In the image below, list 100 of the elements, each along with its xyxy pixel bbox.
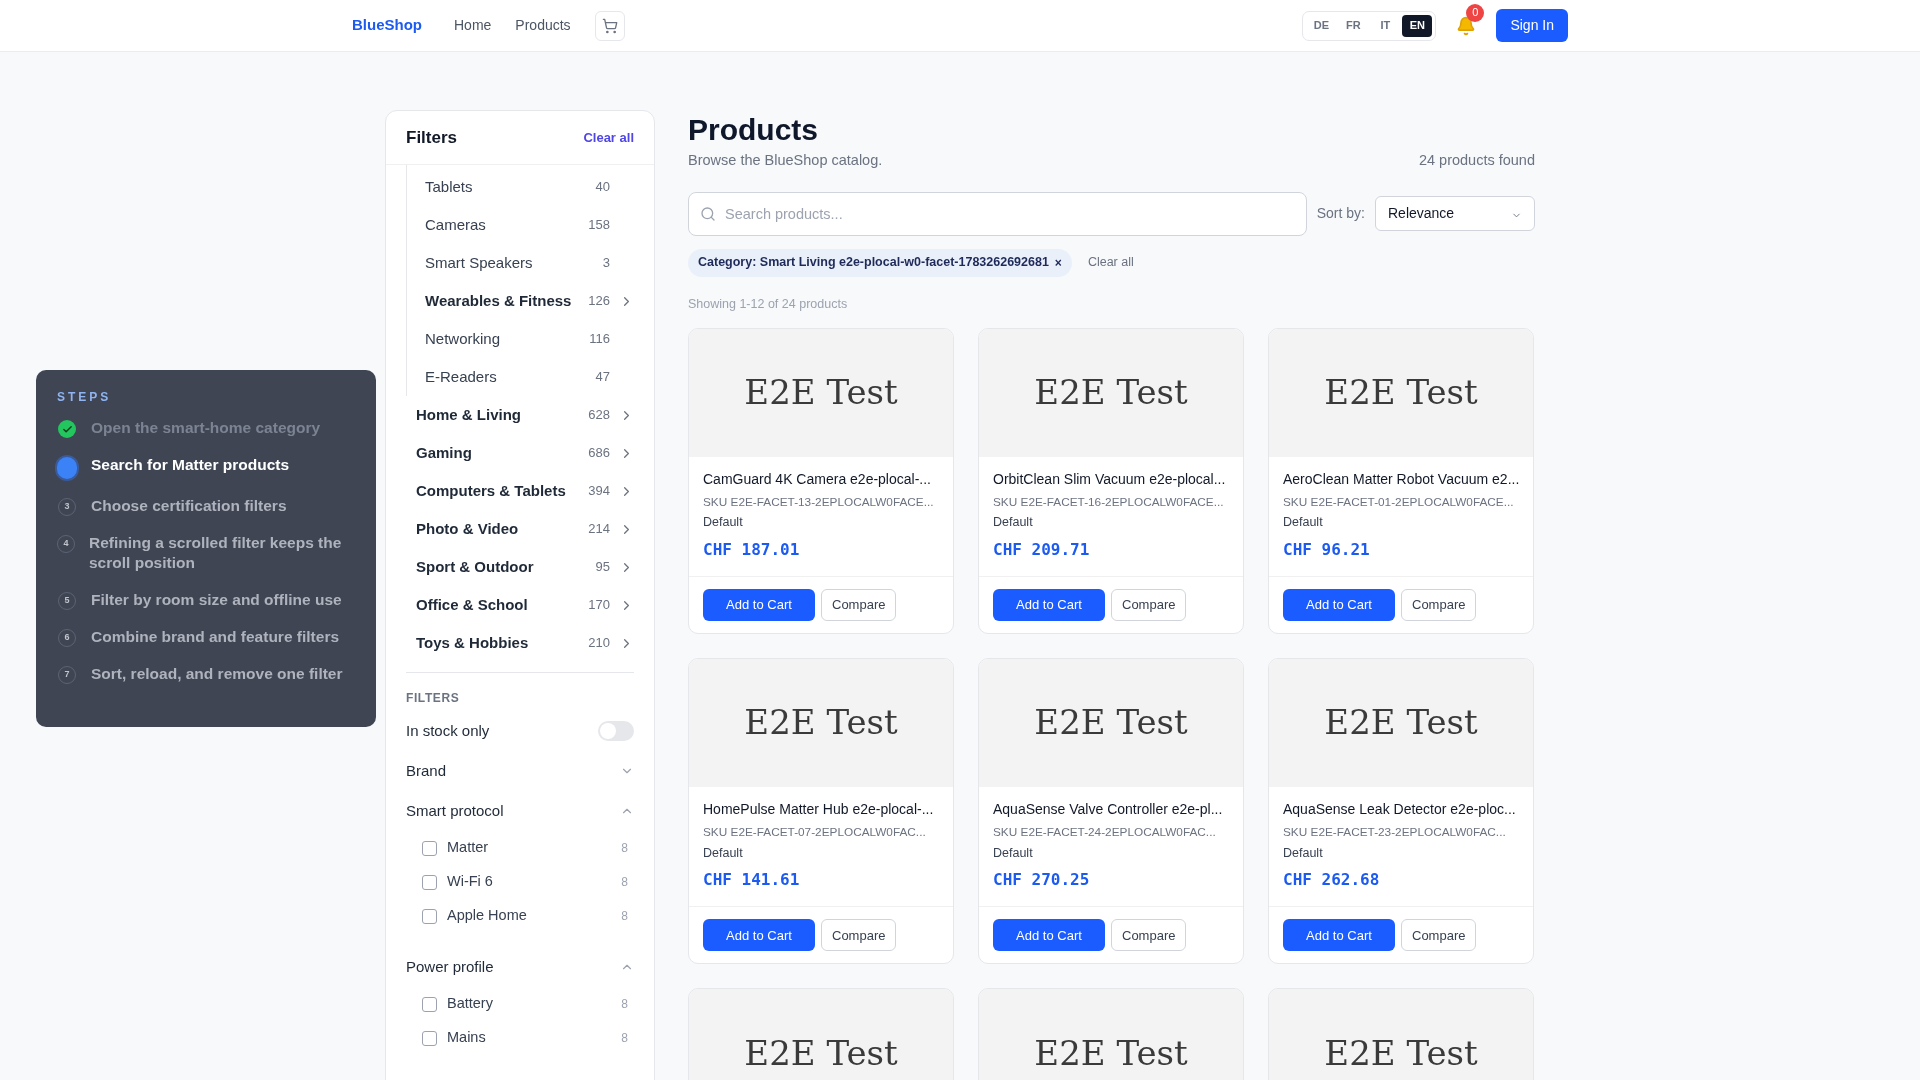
cart-icon[interactable] [601,17,618,34]
language-tab[interactable]: FR [1338,14,1369,37]
category-item[interactable]: Photo & Video [416,517,584,541]
checkbox-label[interactable]: Wi-Fi 6 [447,871,622,893]
chip-label: Category: Smart Living e2e-plocal-w0-facet-1783262692681 [698,254,1049,272]
product-name[interactable]: AeroClean Matter Robot Vacuum e2... [1283,468,1519,490]
add-to-cart-button[interactable]: Add to Cart [703,588,815,621]
product-variant: Default [703,514,744,532]
category-item[interactable]: Networking [425,327,584,351]
category-count: 394 [587,482,610,501]
add-to-cart-button[interactable]: Add to Cart [993,919,1105,952]
category-count: 47 [594,368,610,387]
product-price: CHF 262.68 [1283,869,1381,892]
image-text: E2E Test [744,1031,898,1075]
nav-link[interactable]: Products [515,15,571,36]
results-count: 24 products found [1418,151,1535,170]
language-tab[interactable]: DE [1306,14,1337,37]
checkbox[interactable] [422,996,437,1012]
language-tab[interactable]: EN [1402,14,1433,37]
product-variant: Default [1283,844,1324,862]
clear-all-link[interactable]: Clear all [1087,253,1134,273]
showing-text: Showing 1-12 of 24 products [688,295,849,313]
category-item[interactable]: Wearables & Fitness [425,289,584,313]
category-count: 126 [587,292,610,311]
search-icon [700,205,716,222]
category-item[interactable]: Sport & Outdoor [416,555,584,579]
category-count: 686 [587,444,610,463]
sort-select[interactable]: Relevance [1375,196,1535,232]
compare-button[interactable]: Compare [1111,588,1187,621]
checkbox-label[interactable]: Mains [447,1027,622,1049]
product-name[interactable]: OrbitClean Slim Vacuum e2e-plocal... [993,468,1229,490]
category-count: 210 [587,634,610,653]
checkbox-label[interactable]: Battery [447,993,622,1015]
add-to-cart-button[interactable]: Add to Cart [993,588,1105,621]
filter-group-header[interactable]: Smart protocol [406,799,504,823]
section-heading: FILTERS [406,690,461,707]
product-sku: SKU E2E-FACET-01-2EPLOCALW0FACE... [1283,493,1515,511]
step-label: Filter by room size and offline use [91,590,342,610]
step-label: Search for Matter products [91,455,290,475]
product-price: CHF 96.21 [1283,538,1371,561]
option-count: 8 [621,908,628,925]
option-count: 8 [621,1030,628,1047]
image-text: E2E Test [744,371,898,414]
search-field[interactable]: Search products... [688,191,1307,236]
product-name[interactable]: HomePulse Matter Hub e2e-plocal-... [703,798,939,820]
category-item[interactable]: Computers & Tablets [416,479,584,503]
category-item[interactable]: E-Readers [425,365,584,389]
category-item[interactable]: Office & School [416,593,584,617]
page-title: Products [688,112,820,148]
panel-title: Filters [406,126,458,149]
nav-link[interactable]: Home [454,15,492,36]
product-name[interactable]: AquaSense Valve Controller e2e-pl... [993,798,1229,820]
filter-group-header[interactable]: Brand [406,759,447,783]
checkbox[interactable] [422,908,437,924]
image-text: E2E Test [1034,701,1188,745]
in-stock-toggle[interactable] [598,721,634,741]
image-text: E2E Test [1324,701,1478,745]
checkbox-label[interactable]: Apple Home [447,905,622,927]
sign-in-button[interactable]: Sign In [1496,9,1568,42]
image-text: E2E Test [1034,371,1188,414]
product-name[interactable]: CamGuard 4K Camera e2e-plocal-... [703,468,939,490]
product-price: CHF 270.25 [993,869,1091,892]
category-item[interactable]: Cameras [425,213,584,237]
bell-icon[interactable] [1456,15,1477,36]
compare-button[interactable]: Compare [821,919,897,952]
category-count: 158 [587,216,610,235]
category-item[interactable]: Home & Living [416,403,584,427]
steps-title: STEPS [57,389,113,406]
notification-badge: 0 [1466,3,1485,22]
logo[interactable]: BlueShop [352,14,422,37]
checkbox-label[interactable]: Matter [447,837,622,859]
category-item[interactable]: Toys & Hobbies [416,631,584,655]
category-item[interactable]: Gaming [416,441,584,465]
language-tab[interactable]: IT [1370,14,1401,37]
compare-button[interactable]: Compare [1401,919,1477,952]
checkbox[interactable] [422,840,437,856]
compare-button[interactable]: Compare [821,588,897,621]
page-subtitle: Browse the BlueShop catalog. [688,151,883,170]
category-count: 628 [587,406,610,425]
add-to-cart-button[interactable]: Add to Cart [1283,588,1395,621]
product-variant: Default [1283,514,1324,532]
product-price: CHF 141.61 [703,869,801,892]
add-to-cart-button[interactable]: Add to Cart [703,919,815,952]
product-price: CHF 187.01 [703,538,801,561]
product-name[interactable]: AquaSense Leak Detector e2e-ploc... [1283,798,1519,820]
remove-filter-button[interactable]: × [1054,253,1062,272]
category-item[interactable]: Tablets [425,175,584,199]
cart-button[interactable] [594,10,625,41]
sort-label: Sort by: [1316,204,1365,224]
add-to-cart-button[interactable]: Add to Cart [1283,919,1395,952]
filter-group-header[interactable]: Power profile [406,955,494,979]
checkbox[interactable] [422,874,437,890]
clear-all-link[interactable]: Clear all [583,127,634,148]
checkbox[interactable] [422,1030,437,1046]
category-count: 40 [594,178,610,197]
product-sku: SKU E2E-FACET-13-2EPLOCALW0FACE... [703,493,935,511]
category-item[interactable]: Smart Speakers [425,251,584,275]
compare-button[interactable]: Compare [1401,588,1477,621]
step-label: Open the smart-home category [91,418,321,438]
compare-button[interactable]: Compare [1111,919,1187,952]
